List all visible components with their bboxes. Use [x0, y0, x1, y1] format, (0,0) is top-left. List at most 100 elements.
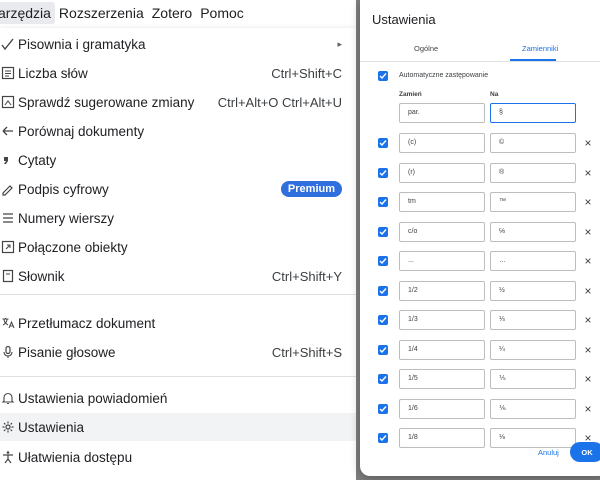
- checkmark-icon: [379, 170, 387, 177]
- signature-icon: [0, 181, 16, 197]
- remove-row-icon[interactable]: ×: [583, 285, 593, 297]
- tools-dropdown-menu: Pisownia i gramatyka ▸ Liczba słów Ctrl+…: [0, 28, 356, 480]
- checkmark-icon: [379, 73, 387, 80]
- row-enabled-checkbox[interactable]: [378, 315, 388, 325]
- menu-item-citations[interactable]: Cytaty: [0, 146, 356, 174]
- row-enabled-checkbox[interactable]: [378, 197, 388, 207]
- remove-row-icon[interactable]: ×: [583, 137, 593, 149]
- submenu-arrow-icon: ▸: [337, 38, 342, 49]
- auto-replace-label: Automatyczne zastępowanie: [399, 72, 489, 79]
- new-replace-input[interactable]: par.: [399, 103, 485, 123]
- menu-item-label: Pisownia i gramatyka: [18, 36, 146, 52]
- replace-input[interactable]: ...: [399, 251, 485, 271]
- accessibility-icon: [0, 449, 16, 465]
- with-input[interactable]: …: [490, 251, 576, 271]
- checkmark-icon: [379, 229, 387, 236]
- tab-divider: [360, 61, 600, 62]
- menu-item-signature[interactable]: Podpis cyfrowy Premium: [0, 175, 356, 203]
- new-with-input[interactable]: §: [490, 103, 576, 123]
- menu-item-shortcut: Ctrl+Shift+S: [271, 344, 342, 360]
- checkmark-icon: [379, 288, 387, 295]
- menu-item-notification-settings[interactable]: Ustawienia powiadomień: [0, 384, 356, 412]
- replace-input[interactable]: 1/5: [399, 369, 485, 389]
- tab-substitutions[interactable]: Zamienniki: [522, 44, 558, 53]
- replace-input[interactable]: 1/3: [399, 310, 485, 330]
- spellcheck-icon: [0, 36, 16, 52]
- remove-row-icon[interactable]: ×: [583, 314, 593, 326]
- menu-item-accessibility[interactable]: Ułatwienia dostępu: [0, 443, 356, 471]
- tab-general[interactable]: Ogólne: [414, 44, 438, 53]
- replace-input[interactable]: tm: [399, 192, 485, 212]
- row-enabled-checkbox[interactable]: [378, 345, 388, 355]
- checkmark-icon: [379, 406, 387, 413]
- with-input[interactable]: ⅙: [490, 399, 576, 419]
- menu-item-translate[interactable]: Przetłumacz dokument: [0, 309, 356, 337]
- menu-item-word-count[interactable]: Liczba słów Ctrl+Shift+C: [0, 59, 356, 87]
- menu-item-shortcut: Ctrl+Alt+O Ctrl+Alt+U: [217, 94, 342, 110]
- menu-item-label: Ustawienia: [18, 419, 85, 435]
- with-input[interactable]: ™: [490, 192, 576, 212]
- menu-item-label: Ułatwienia dostępu: [18, 449, 133, 465]
- with-input[interactable]: ©: [490, 133, 576, 153]
- dictionary-icon: [0, 268, 16, 284]
- remove-row-icon[interactable]: ×: [583, 255, 593, 267]
- menubar-zotero[interactable]: Zotero: [148, 2, 196, 24]
- menubar: arzędzia Rozszerzenia Zotero Pomoc: [0, 0, 360, 26]
- row-enabled-checkbox[interactable]: [378, 286, 388, 296]
- row-enabled-checkbox[interactable]: [378, 256, 388, 266]
- menubar-extensions[interactable]: Rozszerzenia: [55, 2, 148, 24]
- row-enabled-checkbox[interactable]: [378, 168, 388, 178]
- row-enabled-checkbox[interactable]: [378, 404, 388, 414]
- replace-input[interactable]: (r): [399, 163, 485, 183]
- remove-row-icon[interactable]: ×: [583, 344, 593, 356]
- remove-row-icon[interactable]: ×: [583, 167, 593, 179]
- menu-item-line-numbers[interactable]: Numery wierszy: [0, 204, 356, 232]
- menu-item-voice-typing[interactable]: Pisanie głosowe Ctrl+Shift+S: [0, 338, 356, 366]
- with-input[interactable]: ⅕: [490, 369, 576, 389]
- replace-input[interactable]: 1/8: [399, 428, 485, 448]
- ok-button[interactable]: OK: [570, 442, 600, 462]
- menu-item-shortcut: Ctrl+Shift+C: [271, 65, 342, 81]
- menu-item-dictionary[interactable]: Słownik Ctrl+Shift+Y: [0, 262, 356, 290]
- row-enabled-checkbox[interactable]: [378, 138, 388, 148]
- checkmark-icon: [379, 435, 387, 442]
- microphone-icon: [0, 344, 16, 360]
- menu-item-compare[interactable]: Porównaj dokumenty: [0, 117, 356, 145]
- menu-item-label: Porównaj dokumenty: [18, 123, 145, 139]
- menu-item-spelling[interactable]: Pisownia i gramatyka ▸: [0, 30, 356, 58]
- replace-input[interactable]: (c): [399, 133, 485, 153]
- with-input[interactable]: ⅓: [490, 310, 576, 330]
- menu-divider: [0, 294, 356, 295]
- replace-input[interactable]: 1/2: [399, 281, 485, 301]
- remove-row-icon[interactable]: ×: [583, 403, 593, 415]
- premium-badge: Premium: [280, 181, 342, 197]
- remove-row-icon[interactable]: ×: [583, 373, 593, 385]
- menu-item-label: Podpis cyfrowy: [18, 181, 109, 197]
- replace-input[interactable]: 1/4: [399, 340, 485, 360]
- menu-item-review-edits[interactable]: Sprawdź sugerowane zmiany Ctrl+Alt+O Ctr…: [0, 88, 356, 116]
- menubar-tools[interactable]: arzędzia: [0, 2, 55, 24]
- row-enabled-checkbox[interactable]: [378, 374, 388, 384]
- menu-item-preferences[interactable]: Ustawienia: [0, 413, 356, 441]
- menubar-help[interactable]: Pomoc: [196, 2, 248, 24]
- checkmark-icon: [379, 140, 387, 147]
- column-header-replace: Zamień: [399, 91, 422, 98]
- menu-item-linked-objects[interactable]: Połączone obiekty: [0, 233, 356, 261]
- auto-replace-checkbox[interactable]: [378, 71, 388, 81]
- with-input[interactable]: ½: [490, 281, 576, 301]
- with-input[interactable]: ℅: [490, 222, 576, 242]
- replace-input[interactable]: c/o: [399, 222, 485, 242]
- with-input[interactable]: ®: [490, 163, 576, 183]
- compare-icon: [0, 123, 16, 139]
- remove-row-icon[interactable]: ×: [583, 196, 593, 208]
- cancel-button[interactable]: Anuluj: [538, 448, 559, 457]
- gear-icon: [0, 419, 16, 435]
- menu-item-label: Ustawienia powiadomień: [18, 390, 168, 406]
- with-input[interactable]: ⅛: [490, 428, 576, 448]
- menu-item-label: Pisanie głosowe: [18, 344, 116, 360]
- replace-input[interactable]: 1/6: [399, 399, 485, 419]
- row-enabled-checkbox[interactable]: [378, 433, 388, 443]
- row-enabled-checkbox[interactable]: [378, 227, 388, 237]
- with-input[interactable]: ¼: [490, 340, 576, 360]
- remove-row-icon[interactable]: ×: [583, 226, 593, 238]
